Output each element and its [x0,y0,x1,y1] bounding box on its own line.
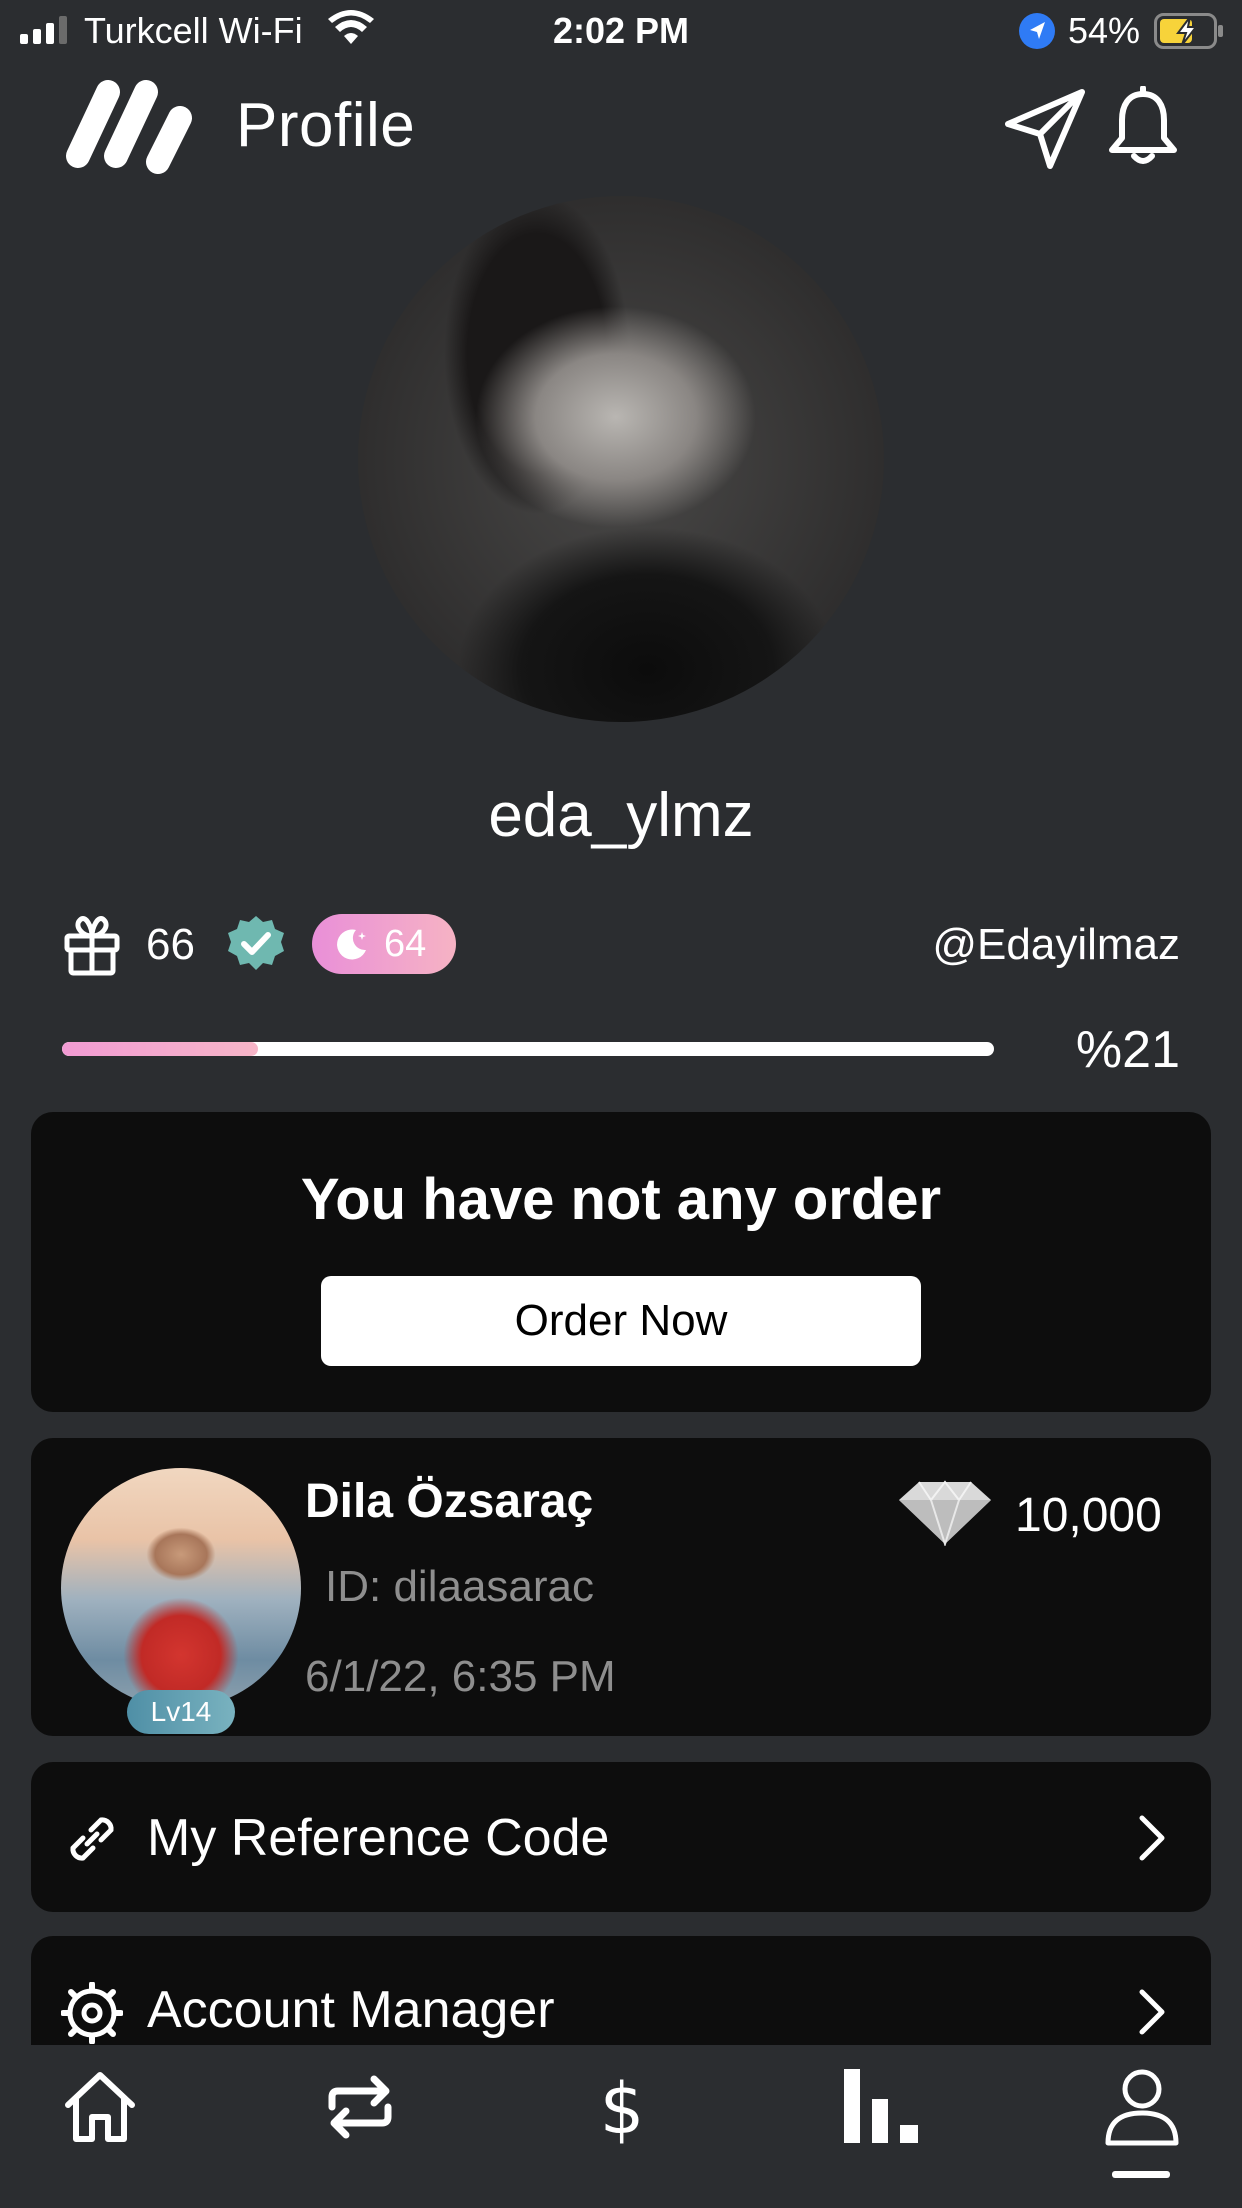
battery-percent: 54% [1068,10,1141,51]
order-now-button[interactable]: Order Now [321,1276,921,1366]
battery-icon [1154,13,1223,49]
tab-exchange-icon[interactable] [320,2067,400,2147]
status-bar: Turkcell Wi-Fi 2:02 PM 54% [0,0,1242,62]
moon-icon [337,929,366,960]
location-icon [1019,13,1055,49]
svg-text:$: $ [600,2068,645,2147]
tab-home-icon[interactable] [60,2067,140,2147]
app-logo [66,80,192,174]
send-message-button[interactable] [1002,86,1088,172]
verified-badge-icon [228,916,284,970]
gift-icon [64,916,120,976]
diamond-icon [899,1480,991,1546]
menu-item-label: Account Manager [147,1981,555,2039]
user-date: 6/1/22, 6:35 PM [305,1652,616,1701]
diamond-count: 10,000 [1015,1489,1162,1542]
order-empty-message: You have not any order [300,1167,942,1232]
tab-profile-icon[interactable] [1102,2067,1182,2147]
chevron-right-icon [1139,1815,1165,1861]
level-progress-fill [62,1042,258,1056]
gift-count: 66 [146,920,195,969]
profile-photo[interactable] [358,196,884,722]
moon-points-value: 64 [384,922,427,965]
user-id: ID: dilaasarac [325,1562,595,1611]
profile-username: eda_ylmz [488,781,754,850]
user-name: Dila Özsaraç [305,1475,594,1528]
bottom-tab-bar: $ [0,2045,1242,2208]
moon-points-badge: 64 [312,914,456,974]
level-badge: Lv14 [127,1690,235,1734]
active-tab-indicator [1112,2171,1170,2178]
profile-handle: @Edayilmaz [932,920,1180,969]
user-avatar[interactable] [61,1468,301,1708]
user-card[interactable]: Lv14 Dila Özsaraç ID: dilaasarac 6/1/22,… [31,1438,1211,1736]
page-title: Profile [236,91,416,160]
order-card: You have not any order Order Now [31,1112,1211,1412]
menu-item-label: My Reference Code [147,1809,610,1867]
chevron-right-icon [1139,1989,1165,2035]
level-progress-label: %21 [1075,1021,1180,1079]
tab-stats-icon[interactable] [842,2067,922,2147]
level-progress-bar [62,1042,994,1056]
menu-item-reference-code[interactable]: My Reference Code [31,1762,1211,1912]
notifications-bell-icon[interactable] [1106,86,1180,168]
link-icon [70,1817,114,1861]
tab-dollar-icon[interactable]: $ [582,2067,662,2147]
gear-icon [61,1982,123,2044]
